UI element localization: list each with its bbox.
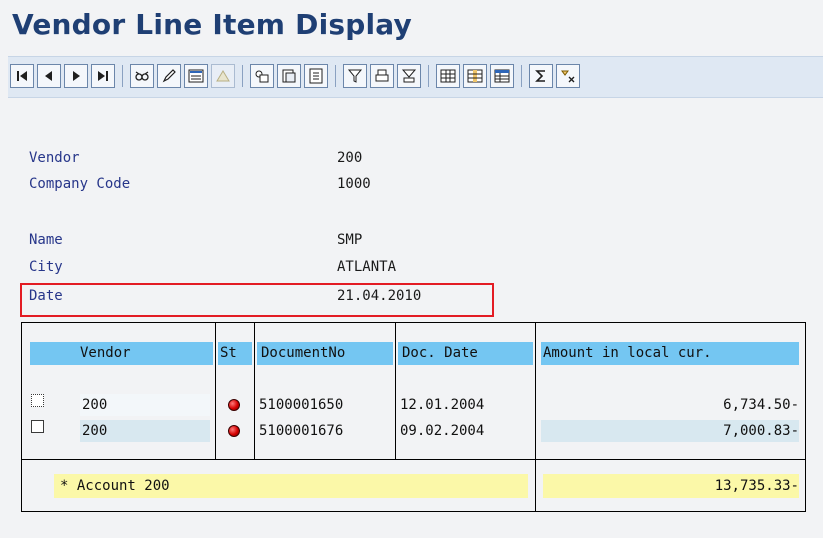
toolbar-separator bbox=[242, 65, 243, 87]
amount-cell: 6,734.50- bbox=[723, 397, 799, 413]
column-header-amount[interactable]: Amount in local cur. bbox=[541, 342, 799, 365]
date-highlight-box bbox=[20, 283, 494, 317]
first-page-icon[interactable] bbox=[10, 64, 34, 88]
grid-layout-icon[interactable] bbox=[436, 64, 460, 88]
column-header-doc-date[interactable]: Doc. Date bbox=[398, 342, 533, 365]
table-divider bbox=[22, 459, 805, 460]
copy-icon[interactable] bbox=[304, 64, 328, 88]
row-select-checkbox[interactable] bbox=[31, 394, 44, 407]
toolbar-separator bbox=[122, 65, 123, 87]
filter-icon[interactable] bbox=[343, 64, 367, 88]
next-page-icon[interactable] bbox=[64, 64, 88, 88]
previous-page-icon[interactable] bbox=[37, 64, 61, 88]
toolbar-separator bbox=[521, 65, 522, 87]
column-divider bbox=[215, 323, 216, 460]
column-divider bbox=[254, 323, 255, 460]
column-divider bbox=[395, 323, 396, 460]
select-layout-icon[interactable] bbox=[184, 64, 208, 88]
document-header-icon[interactable] bbox=[250, 64, 274, 88]
status-red-light-icon bbox=[228, 399, 240, 411]
name-label: Name bbox=[29, 232, 63, 248]
vendor-cell: 200 bbox=[80, 394, 210, 416]
column-header-vendor[interactable]: Vendor bbox=[30, 342, 213, 365]
application-toolbar bbox=[8, 56, 823, 98]
page-title: Vendor Line Item Display bbox=[12, 8, 412, 41]
sum-icon[interactable] bbox=[529, 64, 553, 88]
doc-date-cell: 09.02.2004 bbox=[400, 423, 485, 439]
company-code-value: 1000 bbox=[337, 176, 371, 192]
row-select-checkbox[interactable] bbox=[31, 420, 44, 433]
print-icon[interactable] bbox=[370, 64, 394, 88]
toolbar-separator bbox=[428, 65, 429, 87]
subtotal-icon[interactable] bbox=[397, 64, 421, 88]
column-add-icon[interactable] bbox=[463, 64, 487, 88]
doc-date-cell: 12.01.2004 bbox=[400, 397, 485, 413]
vendor-value: 200 bbox=[337, 150, 363, 166]
column-remove-icon[interactable] bbox=[490, 64, 514, 88]
column-header-document-no[interactable]: DocumentNo bbox=[257, 342, 393, 365]
select-field-icon[interactable] bbox=[277, 64, 301, 88]
account-total-amount: 13,735.33- bbox=[543, 474, 799, 498]
vendor-label: Vendor bbox=[29, 150, 80, 166]
document-no-cell[interactable]: 5100001676 bbox=[259, 420, 343, 442]
column-header-status[interactable]: St bbox=[218, 342, 252, 365]
city-value: ATLANTA bbox=[337, 259, 397, 275]
document-no-cell[interactable]: 5100001650 bbox=[259, 394, 343, 416]
mass-change-icon[interactable] bbox=[211, 64, 235, 88]
last-page-icon[interactable] bbox=[91, 64, 115, 88]
company-code-label: Company Code bbox=[29, 176, 131, 192]
vendor-cell: 200 bbox=[80, 420, 210, 442]
column-divider bbox=[535, 323, 536, 512]
account-total-label: * Account 200 bbox=[54, 474, 528, 498]
change-document-icon[interactable] bbox=[157, 64, 181, 88]
line-items-table: Vendor St DocumentNo Doc. Date Amount in… bbox=[21, 322, 806, 512]
display-document-icon[interactable] bbox=[130, 64, 154, 88]
amount-cell: 7,000.83- bbox=[541, 420, 799, 442]
expand-icon[interactable] bbox=[556, 64, 580, 88]
status-red-light-icon bbox=[228, 425, 240, 437]
toolbar-separator bbox=[335, 65, 336, 87]
name-value: SMP bbox=[337, 232, 363, 248]
city-label: City bbox=[29, 259, 63, 275]
